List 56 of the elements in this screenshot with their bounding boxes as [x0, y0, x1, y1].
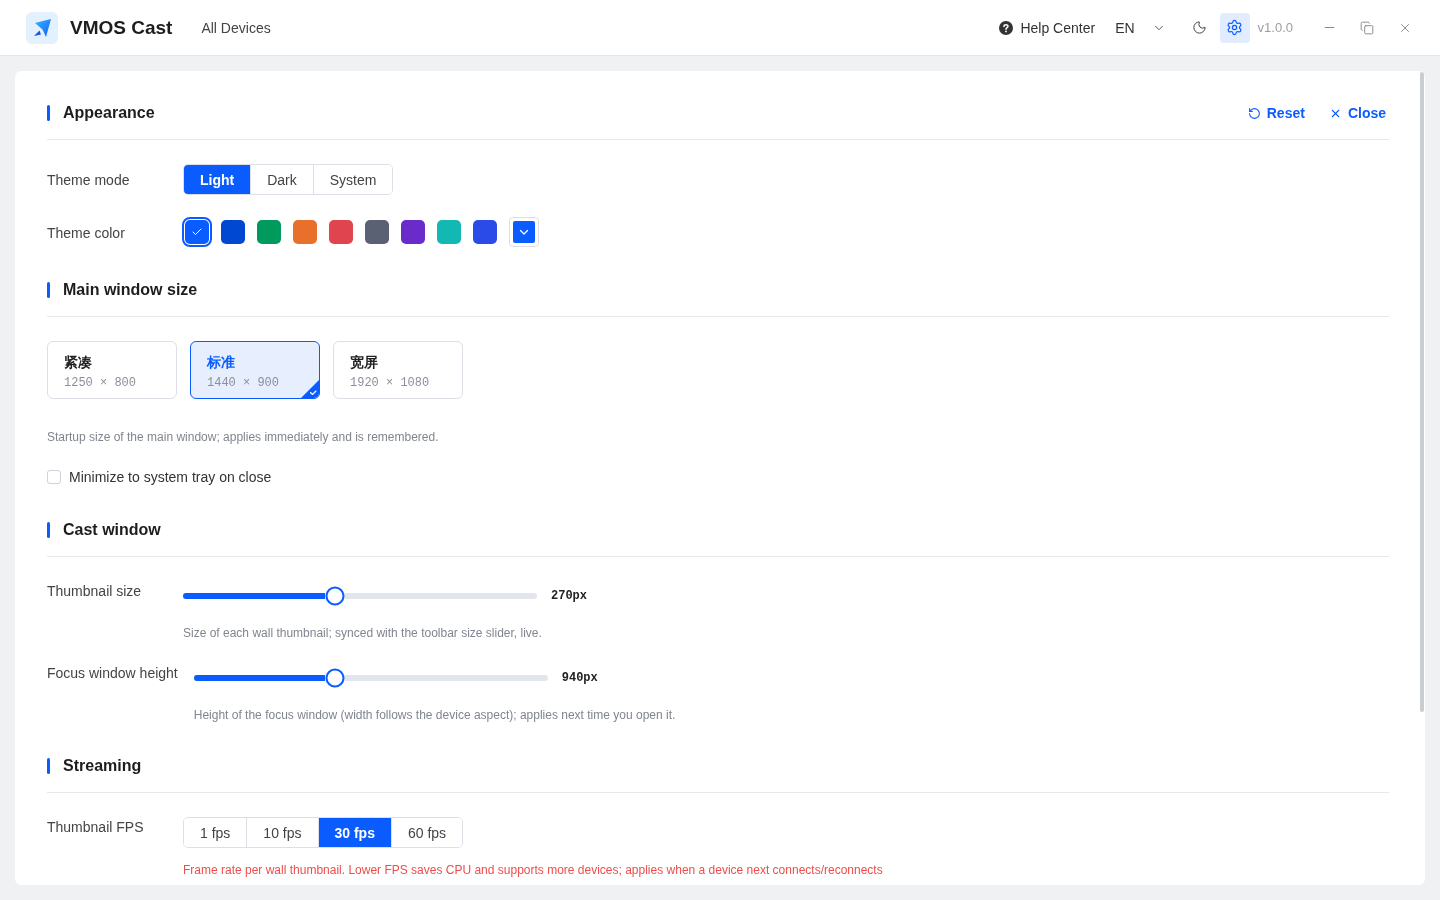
app-title: VMOS Cast [70, 16, 173, 39]
checkbox-label[interactable]: Minimize to system tray on close [69, 467, 272, 487]
reset-icon [1247, 106, 1261, 120]
color-swatch[interactable] [437, 220, 461, 244]
hint-text: Size of each wall thumbnail; synced with the toolbar size slider, live. [183, 625, 542, 641]
setting-label: Thumbnail FPS [47, 818, 145, 837]
color-swatch[interactable] [473, 220, 497, 244]
hint-text: Startup size of the main window; applies immediately and is remembered. [47, 429, 439, 445]
setting-label: Thumbnail size [47, 582, 143, 601]
window-size-option[interactable]: 紧凑 1250 × 800 [47, 341, 177, 399]
hint-text: Frame rate per wall thumbnail. Lower FPS saves CPU and supports more devices; applies when a device next connects/reconnects [183, 862, 883, 878]
color-swatch[interactable] [221, 220, 245, 244]
setting-label: Focus window height [47, 664, 178, 683]
slider-value: 940px [561, 671, 598, 685]
close-link[interactable]: Close [1328, 105, 1386, 121]
segment-option[interactable]: System [312, 165, 393, 194]
color-swatch[interactable] [185, 220, 209, 244]
section-title: Appearance [63, 103, 155, 123]
color-swatch[interactable] [365, 220, 389, 244]
setting-label: Theme mode [47, 171, 131, 190]
slider-thumb[interactable] [325, 586, 345, 606]
section-title: Main window size [63, 280, 198, 300]
corner-check-icon [301, 380, 319, 398]
version-label: v1.0.0 [1257, 20, 1293, 35]
segment-option[interactable]: 60 fps [390, 818, 463, 847]
slider-thumb[interactable] [325, 668, 345, 688]
section-title: Streaming [63, 756, 142, 776]
color-swatch[interactable] [257, 220, 281, 244]
reset-link[interactable]: Reset [1247, 105, 1305, 121]
section-title: Cast window [63, 520, 161, 540]
window-size-option[interactable]: 标准 1440 × 900 [190, 341, 320, 399]
moon-icon[interactable] [1191, 20, 1207, 35]
checkbox[interactable] [47, 470, 61, 484]
accent-bar-icon [47, 105, 50, 121]
color-swatch[interactable] [329, 220, 353, 244]
settings-icon [1226, 19, 1244, 36]
segment-option[interactable]: Light [184, 165, 251, 194]
language-select[interactable]: EN [1115, 19, 1166, 36]
accent-bar-icon [47, 758, 50, 774]
nav-link[interactable]: All Devices [201, 19, 271, 36]
help-icon [999, 20, 1014, 35]
accent-bar-icon [47, 522, 50, 538]
accent-bar-icon [47, 282, 50, 298]
slider-value: 270px [551, 589, 587, 603]
paper-plane-icon [26, 11, 58, 44]
setting-label: Theme color [47, 224, 126, 243]
help-link[interactable]: Help Center [999, 19, 1096, 36]
window-size-option[interactable]: 宽屏 1920 × 1080 [333, 341, 463, 399]
scrollbar[interactable] [1420, 72, 1424, 712]
hint-text: Height of the focus window (width follows the device aspect); applies next time you open it. [193, 707, 676, 723]
restore-icon[interactable] [1360, 20, 1374, 35]
check-icon [191, 226, 203, 238]
settings-button[interactable] [1219, 12, 1250, 43]
color-swatch[interactable] [293, 220, 317, 244]
color-swatch[interactable] [401, 220, 425, 244]
segment-option[interactable]: 30 fps [317, 818, 391, 847]
